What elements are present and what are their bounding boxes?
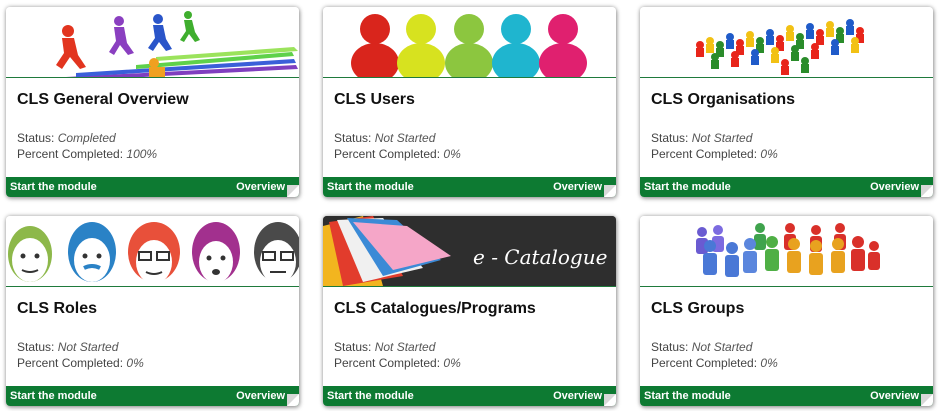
page-curl-icon	[921, 185, 933, 197]
status-value: Not Started	[691, 131, 753, 145]
module-title: CLS Organisations	[651, 91, 796, 108]
start-module-link[interactable]: Start the module	[327, 181, 414, 193]
cartoon-faces-icon	[6, 216, 299, 287]
module-card-general-overview: CLS General Overview Status: Completed P…	[6, 7, 299, 197]
module-footer: Start the module Overview	[6, 177, 299, 197]
overview-link[interactable]: Overview	[236, 390, 285, 402]
percent-value: 100%	[126, 147, 158, 161]
percent-label: Percent Completed:	[334, 147, 441, 161]
module-title: CLS Roles	[17, 300, 98, 317]
percent-value: 0%	[760, 147, 778, 161]
status-value: Not Started	[374, 340, 436, 354]
colored-user-pawns-icon	[323, 7, 616, 78]
page-curl-icon	[921, 394, 933, 406]
status-label: Status:	[334, 131, 372, 145]
module-status-block: Status: Not Started Percent Completed: 0…	[17, 339, 144, 371]
module-footer: Start the module Overview	[323, 177, 616, 197]
status-label: Status:	[651, 340, 689, 354]
status-label: Status:	[17, 131, 55, 145]
module-card-catalogues: e - Catalogue CLS Catalogues/Programs St…	[323, 216, 616, 406]
catalogue-image-text: e - Catalogue	[473, 245, 607, 269]
start-module-link[interactable]: Start the module	[10, 390, 97, 402]
start-module-link[interactable]: Start the module	[327, 390, 414, 402]
percent-label: Percent Completed:	[651, 147, 758, 161]
percent-value: 0%	[443, 147, 461, 161]
crowd-of-pawns-icon	[640, 7, 933, 78]
module-card-organisations: CLS Organisations Status: Not Started Pe…	[640, 7, 933, 197]
module-status-block: Status: Not Started Percent Completed: 0…	[334, 339, 461, 371]
runners-arrows-icon	[6, 7, 299, 78]
page-curl-icon	[287, 185, 299, 197]
module-status-block: Status: Not Started Percent Completed: 0…	[334, 130, 461, 162]
percent-value: 0%	[126, 356, 144, 370]
module-status-block: Status: Not Started Percent Completed: 0…	[651, 339, 778, 371]
percent-label: Percent Completed:	[651, 356, 758, 370]
overview-link[interactable]: Overview	[870, 181, 919, 193]
module-title: CLS Groups	[651, 300, 745, 317]
module-title: CLS Catalogues/Programs	[334, 300, 536, 317]
percent-value: 0%	[443, 356, 461, 370]
start-module-link[interactable]: Start the module	[10, 181, 97, 193]
module-card-groups: CLS Groups Status: Not Started Percent C…	[640, 216, 933, 406]
module-footer: Start the module Overview	[323, 386, 616, 406]
overview-link[interactable]: Overview	[553, 390, 602, 402]
module-status-block: Status: Completed Percent Completed: 100…	[17, 130, 157, 162]
status-value: Completed	[57, 131, 116, 145]
module-title: CLS Users	[334, 91, 415, 108]
module-card-roles: CLS Roles Status: Not Started Percent Co…	[6, 216, 299, 406]
status-value: Not Started	[691, 340, 753, 354]
status-label: Status:	[17, 340, 55, 354]
module-footer: Start the module Overview	[640, 177, 933, 197]
percent-value: 0%	[760, 356, 778, 370]
overview-link[interactable]: Overview	[236, 181, 285, 193]
status-label: Status:	[334, 340, 372, 354]
module-footer: Start the module Overview	[640, 386, 933, 406]
status-value: Not Started	[57, 340, 119, 354]
page-curl-icon	[287, 394, 299, 406]
group-of-people-icon	[640, 216, 933, 287]
module-status-block: Status: Not Started Percent Completed: 0…	[651, 130, 778, 162]
status-label: Status:	[651, 131, 689, 145]
module-card-users: CLS Users Status: Not Started Percent Co…	[323, 7, 616, 197]
percent-label: Percent Completed:	[17, 356, 124, 370]
module-title: CLS General Overview	[17, 91, 189, 108]
page-curl-icon	[604, 185, 616, 197]
percent-label: Percent Completed:	[17, 147, 124, 161]
start-module-link[interactable]: Start the module	[644, 390, 731, 402]
status-value: Not Started	[374, 131, 436, 145]
e-catalogue-books-icon: e - Catalogue	[323, 216, 616, 287]
page-curl-icon	[604, 394, 616, 406]
overview-link[interactable]: Overview	[553, 181, 602, 193]
percent-label: Percent Completed:	[334, 356, 441, 370]
overview-link[interactable]: Overview	[870, 390, 919, 402]
module-footer: Start the module Overview	[6, 386, 299, 406]
start-module-link[interactable]: Start the module	[644, 181, 731, 193]
